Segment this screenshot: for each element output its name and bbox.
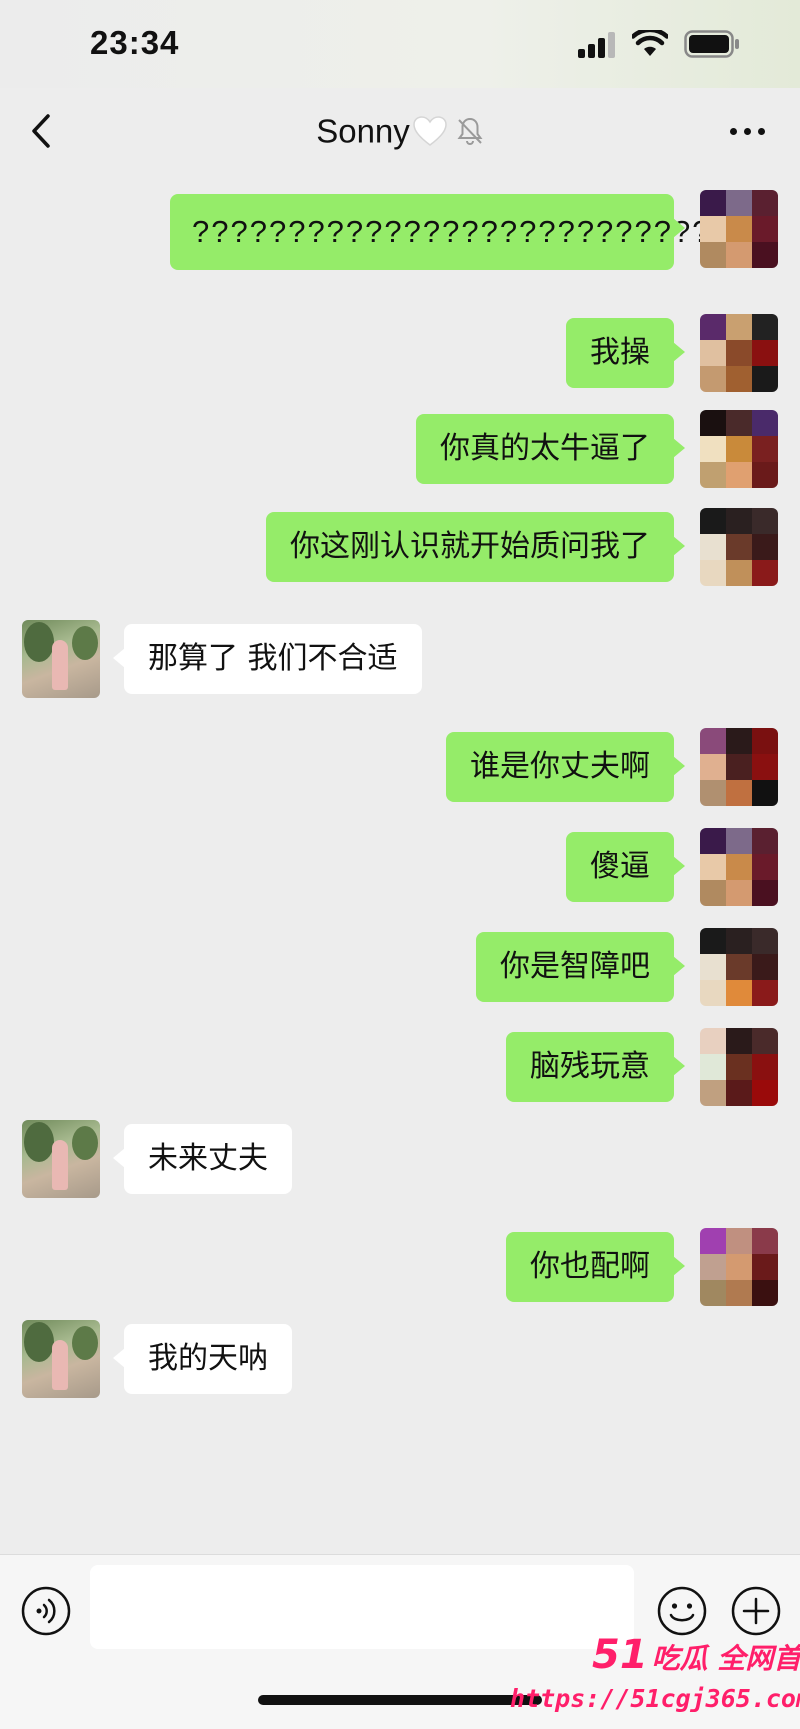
message-bubble[interactable]: 那算了 我们不合适: [113, 624, 422, 694]
message-bubble[interactable]: 我操: [566, 318, 685, 388]
watermark: 51吃瓜 全网首发 https://51cgj365.com: [500, 1630, 800, 1729]
wifi-icon: [632, 30, 668, 56]
message-bubble[interactable]: 我的天呐: [113, 1324, 292, 1394]
avatar[interactable]: [700, 928, 778, 1006]
message-bubble[interactable]: ?????????????????????????????: [170, 194, 748, 270]
avatar[interactable]: [700, 1028, 778, 1106]
chat-header: Sonny: [0, 88, 800, 174]
avatar[interactable]: [22, 1320, 100, 1398]
battery-icon: [684, 30, 739, 58]
more-icon[interactable]: [726, 116, 770, 146]
message-bubble[interactable]: 傻逼: [566, 832, 685, 902]
chat-title: Sonny: [0, 110, 800, 150]
message-bubble[interactable]: 未来丈夫: [113, 1124, 292, 1194]
status-time: 23:34: [90, 24, 180, 61]
mute-bell-icon: [457, 118, 483, 146]
avatar[interactable]: [700, 1228, 778, 1306]
message-bubble[interactable]: 谁是你丈夫啊: [446, 732, 685, 802]
avatar[interactable]: [22, 620, 100, 698]
message-bubble[interactable]: 你是智障吧: [476, 932, 685, 1002]
message-bubble[interactable]: 你这刚认识就开始质问我了: [266, 512, 685, 582]
status-bar: 23:34: [0, 0, 800, 88]
message-list[interactable]: ????????????????????????????? 我操 你真的太牛逼了…: [0, 174, 800, 1554]
avatar[interactable]: [700, 410, 778, 488]
watermark-url: https://51cgj365.com: [510, 1684, 800, 1713]
avatar[interactable]: [700, 314, 778, 392]
message-bubble[interactable]: 你也配啊: [506, 1232, 685, 1302]
avatar[interactable]: [700, 508, 778, 586]
signal-icon: [578, 32, 618, 58]
avatar[interactable]: [700, 828, 778, 906]
message-bubble[interactable]: 你真的太牛逼了: [416, 414, 685, 484]
watermark-brand-number: 51: [592, 1632, 648, 1678]
message-bubble[interactable]: 脑残玩意: [506, 1032, 685, 1102]
voice-icon[interactable]: [20, 1585, 72, 1637]
avatar[interactable]: [700, 728, 778, 806]
avatar[interactable]: [700, 190, 778, 268]
watermark-brand: 51吃瓜 全网首发: [592, 1632, 800, 1678]
avatar[interactable]: [22, 1120, 100, 1198]
heart-icon: [413, 116, 447, 147]
watermark-brand-text: 吃瓜 全网首发: [651, 1642, 800, 1675]
contact-name: Sonny: [316, 112, 410, 150]
